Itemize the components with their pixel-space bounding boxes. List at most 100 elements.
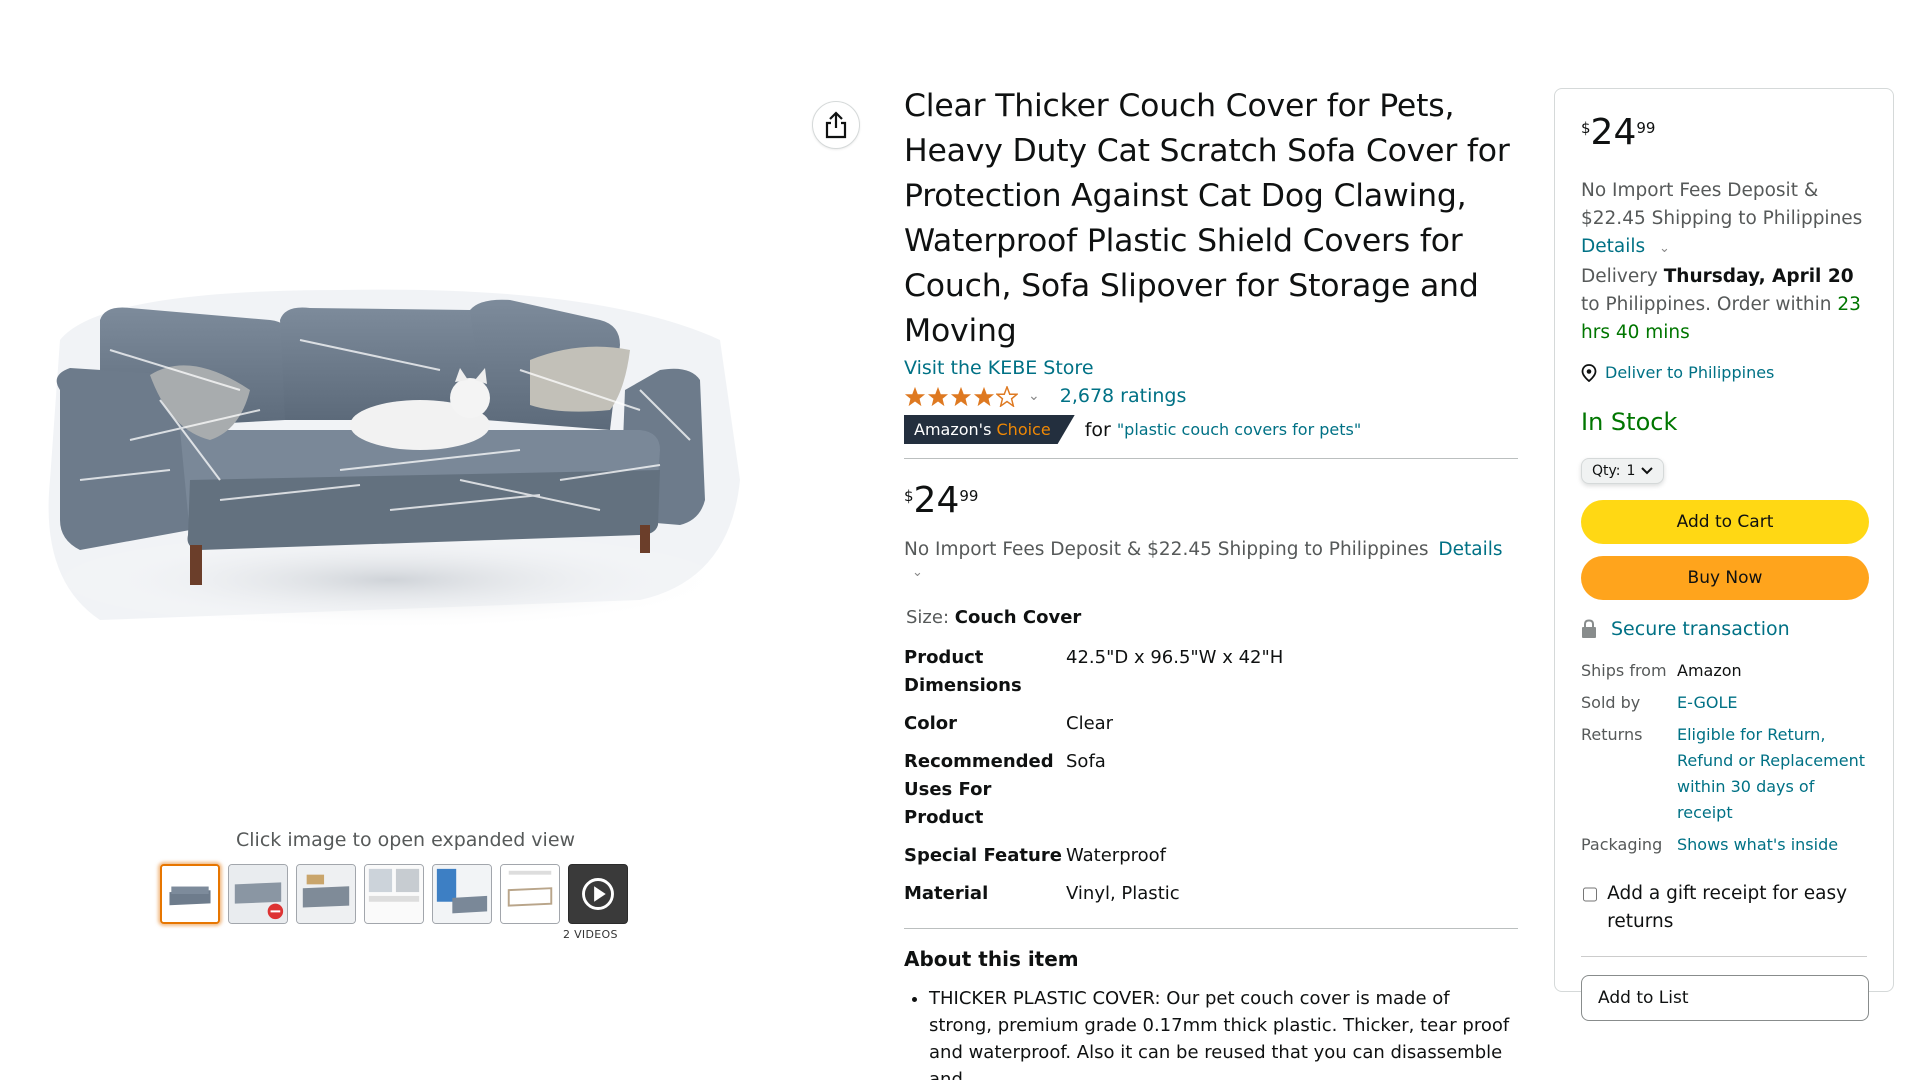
store-link[interactable]: Visit the KEBE Store (904, 357, 1094, 379)
share-icon (825, 111, 847, 139)
product-title: Clear Thicker Couch Cover for Pets, Heav… (904, 88, 1510, 349)
info-row: Ships from Amazon (1581, 656, 1867, 688)
star-empty-icon (996, 385, 1018, 407)
spec-row: Color Clear (904, 706, 1518, 744)
qty-value: 1 (1626, 463, 1636, 479)
lock-icon (1582, 619, 1596, 638)
rating-row: ⌄ 2,678 ratings (904, 385, 1518, 407)
play-icon (569, 865, 627, 923)
badge-query-link[interactable]: "plastic couch covers for pets" (1117, 420, 1361, 439)
secure-transaction: Secure transaction (1581, 618, 1867, 640)
gift-receipt-option[interactable]: Add a gift receipt for easy returns (1581, 880, 1867, 936)
divider (1581, 956, 1867, 957)
couch-image (48, 289, 741, 630)
deliver-to-link[interactable]: Deliver to Philippines (1605, 363, 1774, 382)
size-label: Size: (906, 607, 950, 628)
star-full-icon (950, 386, 972, 406)
stock-status: In Stock (1581, 408, 1678, 436)
thumbnail-5[interactable] (432, 864, 492, 924)
spec-row: Recommended Uses For Product Sofa (904, 744, 1518, 838)
chevron-down-icon[interactable]: ⌄ (912, 565, 923, 580)
product-specs-table: Product Dimensions 42.5"D x 96.5"W x 42"… (904, 640, 1518, 914)
info-row: Packaging Shows what's inside (1581, 830, 1867, 862)
chevron-down-icon[interactable]: ⌄ (1659, 241, 1670, 256)
returns-link[interactable]: Eligible for Return, Refund or Replaceme… (1677, 725, 1865, 822)
video-thumbnail[interactable] (568, 864, 628, 924)
divider (904, 928, 1518, 929)
seller-link[interactable]: E-GOLE (1677, 693, 1737, 712)
main-product-image[interactable] (40, 280, 750, 640)
buybox-price: $ 24 99 (1581, 115, 1867, 151)
secure-transaction-link[interactable]: Secure transaction (1611, 618, 1790, 640)
delivery-date: Thursday, April 20 (1663, 266, 1854, 287)
spec-value: 42.5"D x 96.5"W x 42"H (1066, 647, 1284, 668)
spec-key: Recommended Uses For Product (904, 751, 1054, 828)
shipping-text: No Import Fees Deposit & $22.45 Shipping… (904, 539, 1429, 560)
add-to-list-button[interactable]: Add to List (1581, 975, 1869, 1021)
product-details: Clear Thicker Couch Cover for Pets, Heav… (904, 84, 1518, 1080)
packaging-link[interactable]: Shows what's inside (1677, 835, 1838, 854)
buy-now-button[interactable]: Buy Now (1581, 556, 1869, 600)
price-symbol: $ (1581, 119, 1591, 137)
spec-key: Product Dimensions (904, 647, 1022, 696)
amazons-choice-row: Amazon's Choice for "plastic couch cover… (904, 415, 1518, 444)
delivery-prefix: Delivery (1581, 266, 1658, 287)
about-heading: About this item (904, 947, 1079, 971)
shipping-details-link[interactable]: Details (1438, 539, 1502, 560)
price: $ 24 99 (904, 483, 1518, 519)
star-full-icon (973, 386, 995, 406)
spec-key: Color (904, 713, 957, 734)
gift-receipt-checkbox[interactable] (1583, 886, 1598, 903)
price-whole: 24 (913, 480, 960, 521)
chevron-down-icon (1641, 467, 1654, 475)
delivery-mid: to Philippines. Order within (1581, 294, 1832, 315)
spec-key: Material (904, 883, 989, 904)
thumbnail-6[interactable] (500, 864, 560, 924)
spec-row: Product Dimensions 42.5"D x 96.5"W x 42"… (904, 640, 1518, 706)
about-bullet: THICKER PLASTIC COVER: Our pet couch cov… (929, 985, 1518, 1080)
info-key: Sold by (1581, 693, 1641, 712)
deliver-to[interactable]: Deliver to Philippines (1581, 363, 1867, 382)
price-fraction: 99 (959, 487, 979, 505)
info-key: Ships from (1581, 661, 1667, 680)
add-to-cart-button[interactable]: Add to Cart (1581, 500, 1869, 544)
badge-prefix: Amazon's (914, 420, 992, 439)
spec-value: Waterproof (1066, 845, 1167, 866)
info-row: Sold by E-GOLE (1581, 688, 1867, 720)
price-whole: 24 (1590, 112, 1637, 153)
location-pin-icon (1581, 363, 1597, 382)
size-value: Couch Cover (954, 607, 1082, 628)
spec-key: Special Feature (904, 845, 1062, 866)
divider (904, 458, 1518, 459)
thumbnail-2[interactable] (228, 864, 288, 924)
star-rating[interactable] (904, 385, 1018, 407)
info-key: Packaging (1581, 835, 1663, 854)
badge-suffix: Choice (996, 420, 1051, 439)
buybox-shipping: No Import Fees Deposit & $22.45 Shipping… (1581, 177, 1867, 263)
shipping-info: No Import Fees Deposit & $22.45 Shipping… (904, 539, 1518, 581)
ratings-count-link[interactable]: 2,678 ratings (1060, 385, 1187, 407)
videos-count-label: 2 VIDEOS (563, 928, 618, 941)
spec-row: Special Feature Waterproof (904, 838, 1518, 876)
shipping-details-link[interactable]: Details (1581, 236, 1645, 257)
thumbnail-4[interactable] (364, 864, 424, 924)
info-key: Returns (1581, 725, 1643, 744)
star-full-icon (927, 386, 949, 406)
spec-value: Sofa (1066, 751, 1106, 772)
chevron-down-icon[interactable]: ⌄ (1028, 388, 1040, 404)
amazons-choice-badge[interactable]: Amazon's Choice (904, 415, 1075, 444)
price-symbol: $ (904, 487, 914, 505)
seller-info-table: Ships from Amazon Sold by E-GOLE Returns… (1581, 656, 1867, 862)
thumbnail-3[interactable] (296, 864, 356, 924)
spec-value: Clear (1066, 713, 1114, 734)
thumbnail-strip (160, 864, 628, 924)
quantity-select[interactable]: Qty: 1 (1581, 458, 1665, 484)
share-button[interactable] (812, 101, 860, 149)
about-list: THICKER PLASTIC COVER: Our pet couch cov… (904, 985, 1518, 1080)
expanded-view-hint: Click image to open expanded view (236, 829, 576, 851)
star-full-icon (904, 386, 926, 406)
buy-box: $ 24 99 No Import Fees Deposit & $22.45 … (1554, 88, 1894, 1021)
spec-value: Vinyl, Plastic (1066, 883, 1180, 904)
badge-for-label: for (1084, 418, 1111, 441)
thumbnail-1[interactable] (160, 864, 220, 924)
